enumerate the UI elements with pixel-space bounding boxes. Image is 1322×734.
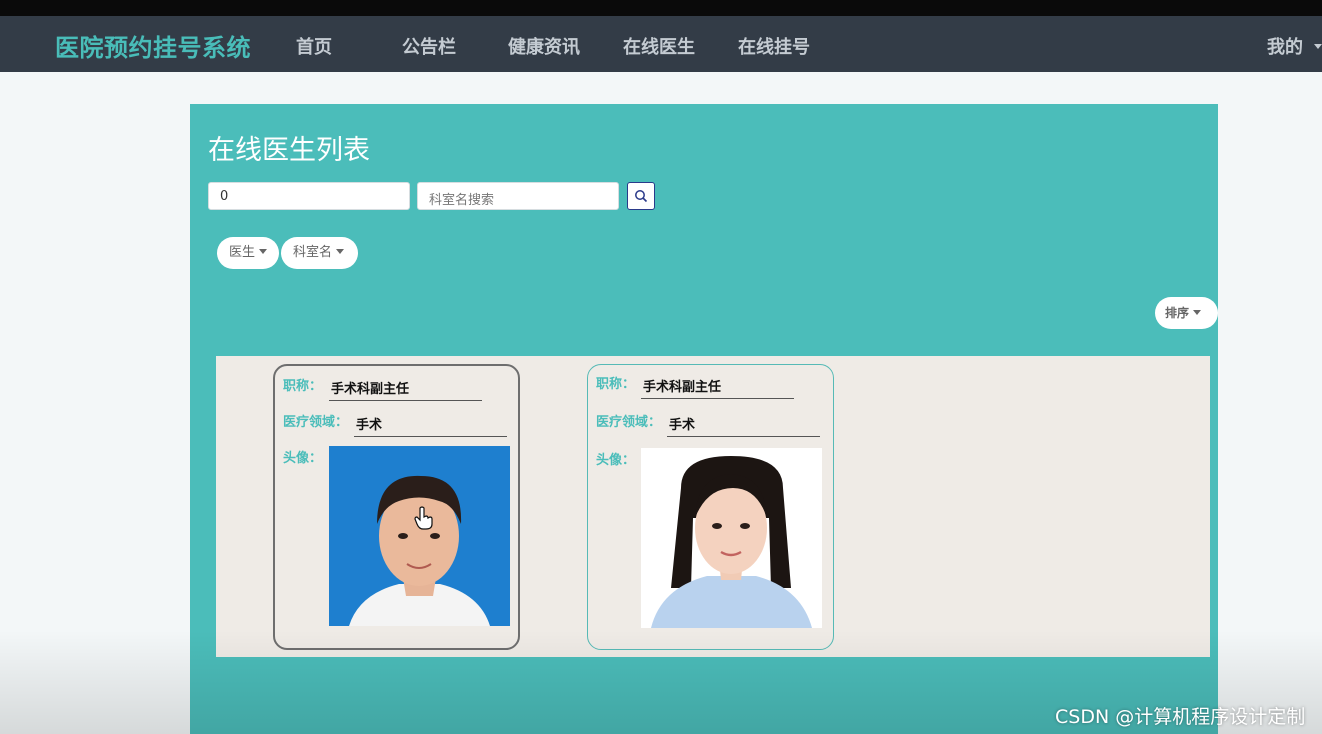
title-label: 职称：	[596, 377, 636, 392]
filter-doctor-label: 医生	[229, 245, 256, 260]
top-navbar: 医院预约挂号系统 首页 公告栏 健康资讯 在线医生 在线挂号 我的	[0, 16, 1322, 72]
department-search-input[interactable]: 科室名搜索	[417, 182, 619, 210]
page-title: 在线医生列表	[208, 135, 370, 166]
filter-department-dropdown[interactable]: 科室名	[281, 237, 358, 269]
avatar-portrait	[641, 448, 822, 628]
nav-mine-dropdown[interactable]: 我的	[1267, 33, 1303, 59]
filter-department-label: 科室名	[293, 245, 333, 260]
sort-label: 排序	[1165, 306, 1190, 320]
avatar-portrait	[329, 446, 510, 626]
field-label: 医疗领域：	[596, 415, 662, 430]
avatar-label: 头像：	[283, 451, 323, 466]
field-label: 医疗领域：	[283, 415, 349, 430]
nav-health-news[interactable]: 健康资讯	[508, 33, 580, 59]
doctor-avatar-photo[interactable]	[329, 446, 510, 626]
nav-online-doctors[interactable]: 在线医生	[623, 33, 695, 59]
search-button[interactable]	[627, 182, 655, 210]
filter-doctor-dropdown[interactable]: 医生	[217, 237, 279, 269]
title-label: 职称：	[283, 379, 323, 394]
watermark-text: CSDN @计算机程序设计定制	[1055, 706, 1306, 728]
doctor-card-grid: 职称： 手术科副主任 医疗领域： 手术 头像： 职称： 手术科副主任 医疗领域：…	[216, 356, 1210, 657]
nav-notice[interactable]: 公告栏	[402, 33, 456, 59]
doctor-list-panel: 在线医生列表 0 科室名搜索 医生 科室名 排序 职称： 手术科副主任 医疗领域…	[190, 104, 1218, 734]
doctor-card[interactable]: 职称： 手术科副主任 医疗领域： 手术 头像：	[587, 364, 834, 650]
title-value: 手术科副主任	[641, 376, 794, 399]
field-value: 手术	[354, 414, 507, 437]
nav-online-registration[interactable]: 在线挂号	[738, 33, 810, 59]
avatar-label: 头像：	[596, 453, 636, 468]
chevron-down-icon	[336, 249, 345, 254]
window-top-strip	[0, 0, 1322, 16]
hand-cursor-icon	[414, 506, 433, 530]
doctor-search-input[interactable]: 0	[208, 182, 410, 210]
doctor-card[interactable]: 职称： 手术科副主任 医疗领域： 手术 头像：	[273, 364, 520, 650]
chevron-down-icon	[1314, 44, 1322, 49]
doctor-avatar-photo[interactable]	[641, 448, 822, 628]
search-icon	[635, 190, 648, 203]
nav-home[interactable]: 首页	[296, 33, 332, 59]
title-value: 手术科副主任	[329, 378, 482, 401]
field-value: 手术	[667, 414, 820, 437]
sort-dropdown[interactable]: 排序	[1155, 297, 1218, 329]
chevron-down-icon	[259, 249, 268, 254]
chevron-down-icon	[1193, 310, 1202, 315]
brand-title[interactable]: 医院预约挂号系统	[55, 28, 251, 63]
